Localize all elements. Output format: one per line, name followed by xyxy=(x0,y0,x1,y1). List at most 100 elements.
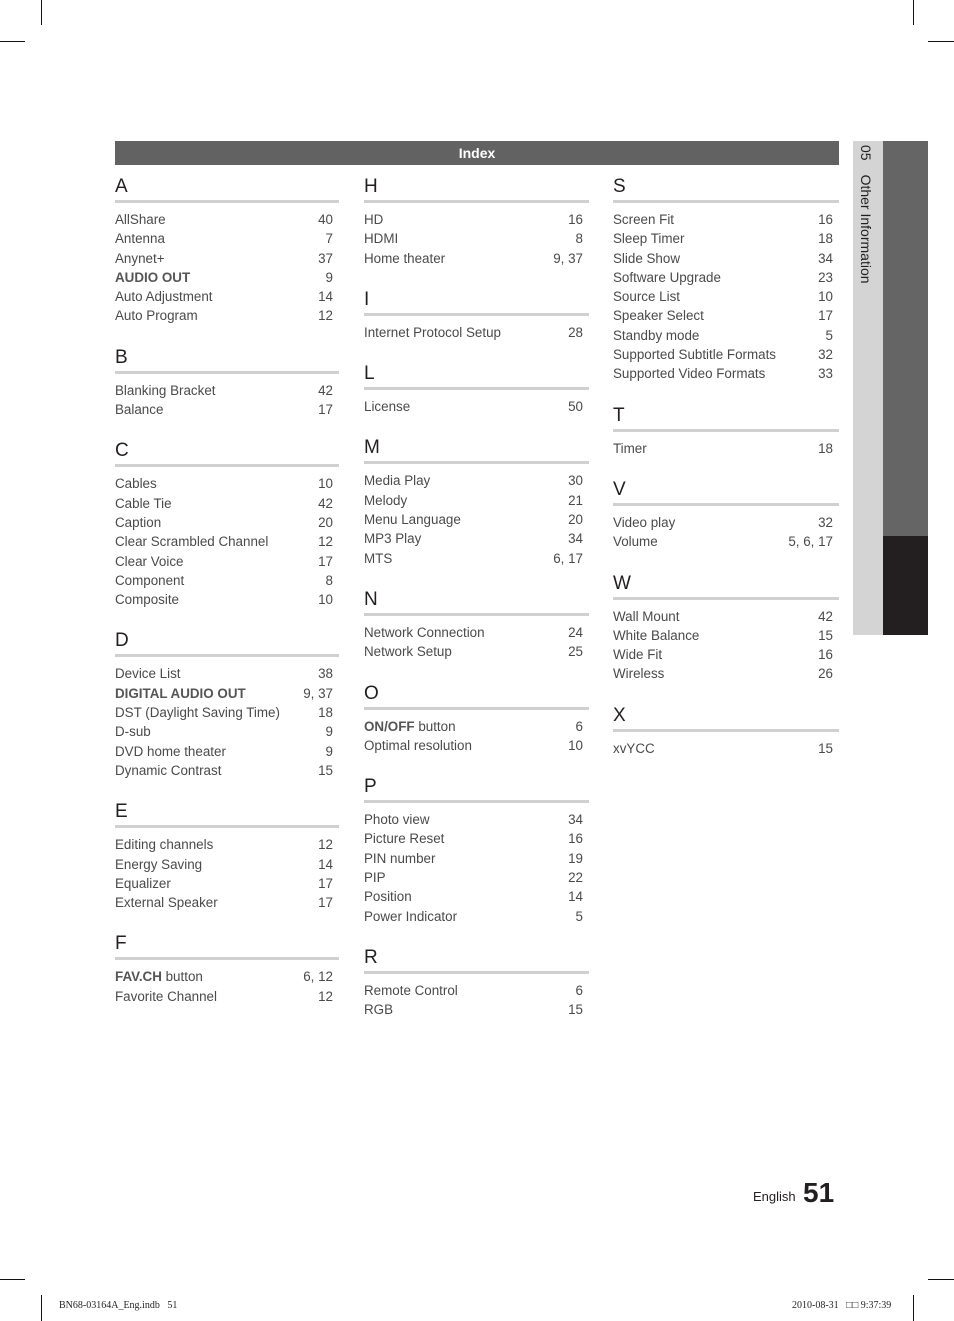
index-entry: FAV.CH button 6, 12 xyxy=(115,967,339,986)
section-divider xyxy=(613,502,839,506)
entry-term: Device List xyxy=(115,666,181,682)
index-section: D Device List 38 DIGITAL AUDIO OUT 9, 37 DST … xyxy=(115,629,339,780)
index-entry: Picture Reset 16 xyxy=(364,829,589,848)
entry-term: HD xyxy=(364,212,384,227)
entry-pages: 9 xyxy=(325,724,333,740)
index-entry: White Balance 15 xyxy=(613,626,839,645)
index-entry: Power Indicator 5 xyxy=(364,907,589,926)
entry-term: Optimal resolution xyxy=(364,737,472,753)
index-section: N Network Connection 24 Network Setup 25 xyxy=(364,588,589,662)
index-entry: Software Upgrade 23 xyxy=(613,268,839,287)
entry-term: RGB xyxy=(364,1002,394,1018)
entry-pages: 12 xyxy=(318,534,333,550)
section-divider xyxy=(364,312,589,316)
entry-term: Antenna xyxy=(115,231,165,247)
entry-term: Software Upgrade xyxy=(613,269,721,285)
index-entry: Network Setup 25 xyxy=(364,642,589,661)
entry-term: AUDIO OUT xyxy=(115,268,190,287)
index-entry: Caption 20 xyxy=(115,513,339,532)
entry-term: Wide Fit xyxy=(613,647,663,663)
entry-term: Standby mode xyxy=(613,327,700,343)
entry-pages: 17 xyxy=(318,895,333,911)
section-divider xyxy=(613,428,839,432)
section-letter: P xyxy=(364,776,377,798)
entry-term: Equalizer xyxy=(115,875,171,891)
entry-term: Favorite Channel xyxy=(115,988,217,1004)
section-divider xyxy=(364,706,589,710)
entry-pages: 8 xyxy=(325,572,333,588)
entry-pages: 5 xyxy=(825,327,833,343)
index-entry: Video play 32 xyxy=(613,513,839,532)
index-entry: AUDIO OUT 9 xyxy=(115,268,339,287)
chapter-tab-band xyxy=(883,141,928,536)
section-letter: B xyxy=(115,346,128,368)
entry-pages: 26 xyxy=(818,666,833,682)
index-column-3: S Screen Fit 16 Sleep Timer 18 Slide Show 34 So… xyxy=(613,175,839,778)
index-entry: Supported Video Formats 33 xyxy=(613,364,839,383)
entry-term: Remote Control xyxy=(364,982,458,998)
page-title: Index xyxy=(115,141,839,165)
entry-term: Timer xyxy=(613,440,647,456)
chapter-number: 05 xyxy=(858,145,874,161)
entry-term: Editing channels xyxy=(115,837,214,853)
section-divider xyxy=(115,370,339,374)
index-entry: Speaker Select 17 xyxy=(613,306,839,325)
section-divider xyxy=(364,461,589,465)
entry-term: Menu Language xyxy=(364,512,461,528)
entry-pages: 9, 37 xyxy=(303,685,333,701)
section-letter: C xyxy=(115,440,129,462)
entry-pages: 38 xyxy=(318,666,333,682)
section-divider xyxy=(115,464,339,468)
index-entry: Remote Control 6 xyxy=(364,981,589,1000)
section-divider xyxy=(613,596,839,600)
entry-term: Composite xyxy=(115,592,180,608)
index-entry: Sleep Timer 18 xyxy=(613,229,839,248)
index-section: A AllShare 40 Antenna 7 Anynet+ 37 AUDIO OUT 9 Au… xyxy=(115,175,339,326)
section-letter: M xyxy=(364,437,380,459)
index-entry: Standby mode 5 xyxy=(613,326,839,345)
index-entry: Equalizer 17 xyxy=(115,874,339,893)
section-letter: D xyxy=(115,630,129,652)
entry-pages: 12 xyxy=(318,308,333,324)
index-entry: Supported Subtitle Formats 32 xyxy=(613,345,839,364)
index-entry: Clear Voice 17 xyxy=(115,552,339,571)
section-divider xyxy=(115,654,339,658)
crop-mark xyxy=(0,41,25,42)
page-number: 51 xyxy=(803,1177,835,1208)
entry-pages: 34 xyxy=(568,812,583,828)
entry-pages: 7 xyxy=(325,231,333,247)
index-entry: Position 14 xyxy=(364,887,589,906)
section-divider xyxy=(364,387,589,391)
entry-term: Wall Mount xyxy=(613,608,680,624)
entry-pages: 6 xyxy=(575,718,583,734)
index-entry: RGB 15 xyxy=(364,1000,589,1019)
index-entry: Anynet+ 37 xyxy=(115,249,339,268)
entry-term: xvYCC xyxy=(613,740,655,756)
entry-term-rest: button xyxy=(161,969,203,985)
entry-term: Caption xyxy=(115,514,162,530)
index-entry: Clear Scrambled Channel 12 xyxy=(115,532,339,551)
entry-term: Video play xyxy=(613,514,676,530)
entry-pages: 42 xyxy=(318,382,333,398)
section-divider xyxy=(115,957,339,961)
index-entry: Home theater 9, 37 xyxy=(364,249,589,268)
index-entry: ON/OFF button 6 xyxy=(364,717,589,736)
index-section: B Blanking Bracket 42 Balance 17 xyxy=(115,346,339,420)
entry-term: Balance xyxy=(115,402,164,418)
index-entry: MTS 6, 17 xyxy=(364,549,589,568)
index-entry: Antenna 7 xyxy=(115,229,339,248)
index-entry: AllShare 40 xyxy=(115,210,339,229)
crop-mark xyxy=(41,1295,42,1321)
index-section: W Wall Mount 42 White Balance 15 Wide Fit 16 Wi… xyxy=(613,572,839,684)
entry-pages: 34 xyxy=(568,531,583,547)
section-divider xyxy=(364,612,589,616)
entry-term: Auto Program xyxy=(115,308,198,324)
entry-term: Component xyxy=(115,572,185,588)
entry-term: Internet Protocol Setup xyxy=(364,324,501,340)
index-entry: Volume 5, 6, 17 xyxy=(613,532,839,551)
index-entry: Auto Program 12 xyxy=(115,306,339,325)
entry-pages: 37 xyxy=(318,250,333,266)
entry-pages: 23 xyxy=(818,269,833,285)
section-letter: V xyxy=(613,478,626,500)
entry-pages: 15 xyxy=(818,627,833,643)
